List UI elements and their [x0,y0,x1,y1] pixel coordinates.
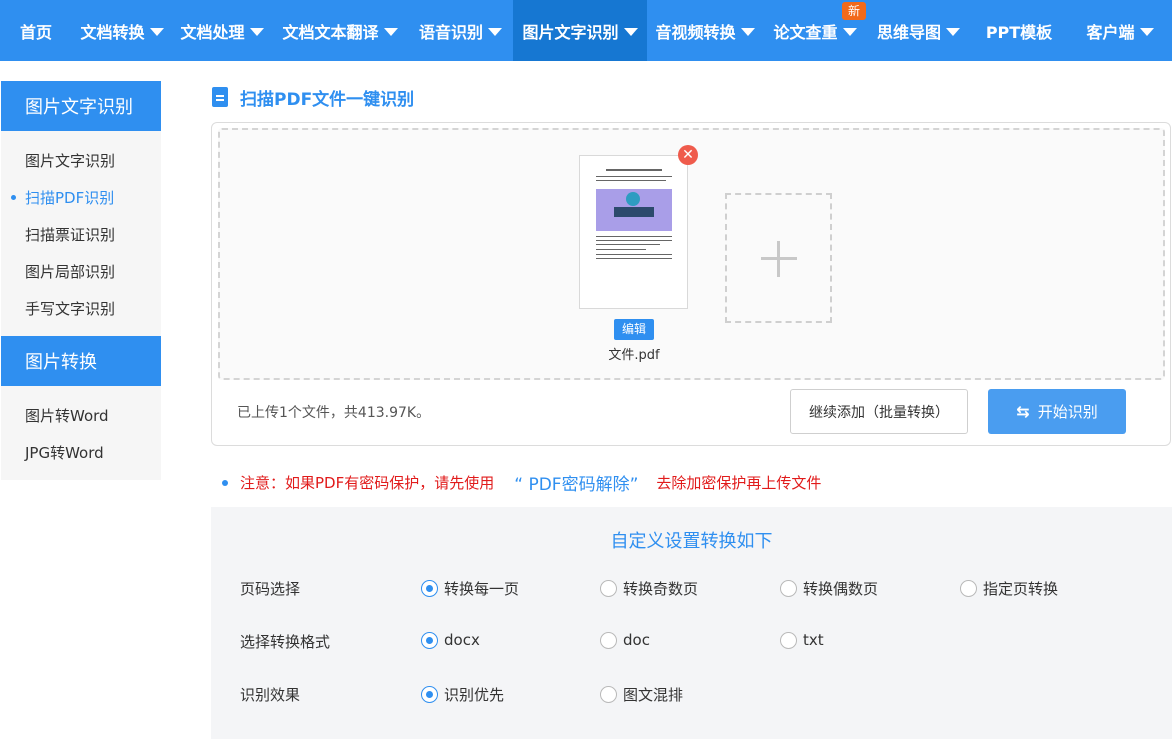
file-name: 文件.pdf [608,348,660,363]
sidebar-item-image-to-word[interactable]: 图片转Word [1,400,161,430]
radio-even-pages[interactable]: 转换偶数页 [780,578,878,599]
nav-doc-convert[interactable]: 文档转换 [72,0,172,61]
nav-av-convert[interactable]: 音视频转换 [647,0,763,61]
page-header: 扫描PDF文件一键识别 [212,85,415,110]
radio-odd-pages[interactable]: 转换奇数页 [600,578,698,599]
nav-ppt-template[interactable]: PPT模板 [970,0,1068,61]
radio-unchecked-icon [600,686,617,703]
radio-unchecked-icon [780,631,797,649]
nav-doc-process[interactable]: 文档处理 [172,0,272,61]
start-recognize-button[interactable]: ⇆ 开始识别 [988,389,1126,434]
chevron-down-icon [1139,27,1154,36]
nav-speech-recognition[interactable]: 语音识别 [408,0,513,61]
upload-card: ✕ 编辑 文件.pdf 已上传1个文件，共413.97K。 继续添加（批量转换）… [211,122,1171,446]
radio-unchecked-icon [600,580,617,597]
chevron-down-icon [946,27,960,36]
sidebar-section-title-image-convert: 图片转换 [1,336,161,386]
continue-add-button[interactable]: 继续添加（批量转换） [790,389,968,434]
sidebar-item-scan-pdf[interactable]: 扫描PDF识别 [1,182,161,212]
radio-every-page[interactable]: 转换每一页 [421,578,519,599]
upload-dropzone[interactable]: ✕ 编辑 文件.pdf [218,128,1165,380]
file-thumbnail[interactable] [579,155,688,309]
radio-checked-icon [421,580,438,597]
radio-unchecked-icon [600,631,617,649]
sidebar-section-title-ocr: 图片文字识别 [1,81,161,131]
radio-unchecked-icon [960,580,977,597]
edit-file-button[interactable]: 编辑 [614,319,654,340]
document-icon [212,87,228,107]
sidebar-item-scan-ticket[interactable]: 扫描票证识别 [1,219,161,249]
top-nav: 首页 文档转换 文档处理 文档文本翻译 语音识别 图片文字识别 音视频转换 论文… [0,0,1172,61]
bullet-dot-icon [222,479,228,486]
radio-checked-icon [421,631,438,649]
thumbnail-image [596,189,672,231]
page-title: 扫描PDF文件一键识别 [240,89,415,110]
password-notice: 注意：如果PDF有密码保护，请先使用 “ PDF密码解除” 去除加密保护再上传文… [222,470,821,495]
sidebar: 图片文字识别 图片文字识别 扫描PDF识别 扫描票证识别 图片局部识别 手写文字… [1,81,161,480]
radio-recognition-first[interactable]: 识别优先 [421,684,504,705]
recognition-effect-label: 识别效果 [240,686,301,704]
sidebar-item-handwriting[interactable]: 手写文字识别 [1,293,161,323]
notice-prefix: 注意：如果PDF有密码保护，请先使用 [240,474,495,492]
conversion-settings: 自定义设置转换如下 页码选择 转换每一页 转换奇数页 转换偶数页 指定页转换 选… [211,507,1172,739]
swap-icon: ⇆ [1016,402,1030,421]
nav-doc-translate[interactable]: 文档文本翻译 [272,0,408,61]
sidebar-item-jpg-to-word[interactable]: JPG转Word [1,437,161,467]
chevron-down-icon [488,27,502,36]
radio-txt[interactable]: txt [780,631,824,649]
radio-checked-icon [421,686,438,703]
pdf-unlock-link[interactable]: “ PDF密码解除” [514,470,638,495]
sidebar-item-image-ocr[interactable]: 图片文字识别 [1,145,161,175]
nav-home[interactable]: 首页 [0,0,72,61]
upload-status-text: 已上传1个文件，共413.97K。 [237,405,431,421]
chevron-down-icon [149,27,164,36]
nav-image-ocr[interactable]: 图片文字识别 [513,0,647,61]
chevron-down-icon [383,27,398,36]
radio-docx[interactable]: docx [421,631,480,649]
remove-file-close-icon[interactable]: ✕ [678,145,698,165]
settings-title: 自定义设置转换如下 [610,531,773,552]
nav-mindmap[interactable]: 思维导图 [867,0,970,61]
chevron-down-icon [740,27,755,36]
page-selection-label: 页码选择 [240,580,301,598]
radio-doc[interactable]: doc [600,631,650,649]
radio-specific-pages[interactable]: 指定页转换 [960,578,1058,599]
sidebar-item-partial-ocr[interactable]: 图片局部识别 [1,256,161,286]
notice-suffix: 去除加密保护再上传文件 [656,474,822,492]
format-selection-label: 选择转换格式 [240,633,331,651]
chevron-down-icon [623,27,638,36]
nav-client[interactable]: 客户端 [1068,0,1172,61]
radio-unchecked-icon [780,580,797,597]
chevron-down-icon [842,27,857,36]
add-file-plus-icon[interactable] [725,193,832,323]
new-badge: 新 [842,2,866,20]
radio-mixed-layout[interactable]: 图文混排 [600,684,683,705]
chevron-down-icon [249,27,264,36]
